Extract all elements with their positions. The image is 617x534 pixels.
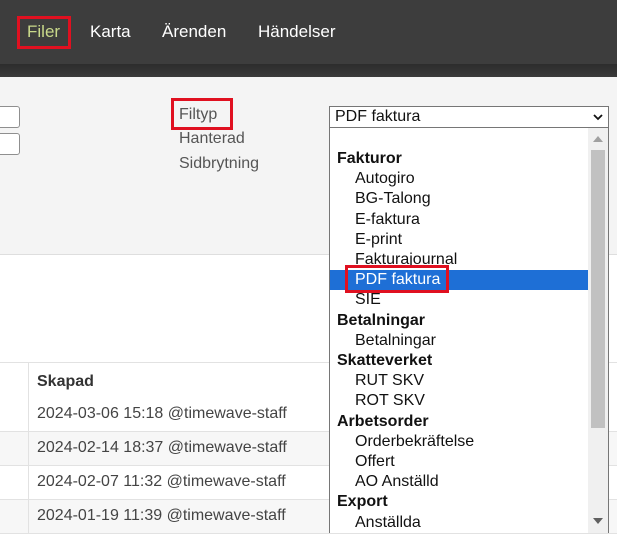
filetype-select[interactable]: PDF faktura — [329, 106, 609, 128]
highlight-box-pdf-faktura — [345, 265, 449, 293]
dropdown-group-label: Export — [337, 493, 388, 511]
created-cell: 2024-02-07 11:32 @timewave-staff — [37, 473, 286, 490]
dropdown-option[interactable]: RUT SKV — [330, 371, 588, 391]
scroll-down-arrow-icon[interactable] — [593, 518, 603, 524]
scroll-up-arrow-icon[interactable] — [593, 136, 603, 142]
created-cell: 2024-01-19 11:39 @timewave-staff — [37, 507, 286, 524]
dropdown-option[interactable]: E-faktura — [330, 210, 588, 230]
created-cell: 2024-03-06 15:18 @timewave-staff — [37, 405, 287, 422]
nav-item-arenden[interactable]: Ärenden — [162, 21, 226, 43]
filetype-dropdown-list: Fakturor Autogiro BG-Talong E-faktura E-prin… — [329, 127, 609, 533]
dropdown-option[interactable]: Anställda — [330, 513, 588, 533]
dropdown-option[interactable]: ROT SKV — [330, 391, 588, 411]
scrollbar-thumb[interactable] — [591, 150, 605, 428]
highlight-box-filer — [17, 16, 71, 49]
chevron-down-icon — [592, 110, 604, 128]
handled-label: Hanterad — [179, 130, 245, 147]
dropdown-option[interactable]: Offert — [330, 452, 588, 472]
filter-input-1[interactable] — [0, 106, 20, 128]
dropdown-scrollbar[interactable] — [588, 128, 608, 533]
filter-input-2[interactable] — [0, 133, 20, 155]
nav-item-handelser[interactable]: Händelser — [258, 21, 336, 43]
dropdown-option[interactable]: Autogiro — [330, 169, 588, 189]
nav-shadow-strip — [0, 64, 617, 77]
dropdown-option[interactable]: E-print — [330, 230, 588, 250]
dropdown-option[interactable]: AO Anställd — [330, 472, 588, 492]
column-divider — [28, 362, 29, 533]
column-header-created[interactable]: Skapad — [37, 373, 94, 391]
dropdown-option[interactable]: SIE — [330, 290, 588, 310]
filetype-select-value: PDF faktura — [335, 108, 421, 125]
dropdown-option[interactable]: Orderbekräftelse — [330, 432, 588, 452]
highlight-box-filetype — [171, 98, 233, 130]
dropdown-group-label: Betalningar — [337, 311, 426, 329]
top-navigation-bar: Filer Karta Ärenden Händelser — [0, 0, 617, 64]
pagebreak-label: Sidbrytning — [179, 155, 260, 172]
dropdown-group-label: Fakturor — [337, 150, 402, 167]
dropdown-option[interactable]: Betalningar — [330, 331, 588, 351]
nav-item-karta[interactable]: Karta — [90, 21, 131, 43]
dropdown-group-label: Arbetsorder — [337, 412, 429, 430]
dropdown-option[interactable]: BG-Talong — [330, 189, 588, 209]
created-cell: 2024-02-14 18:37 @timewave-staff — [37, 439, 287, 456]
dropdown-group-label: Skatteverket — [337, 352, 433, 369]
